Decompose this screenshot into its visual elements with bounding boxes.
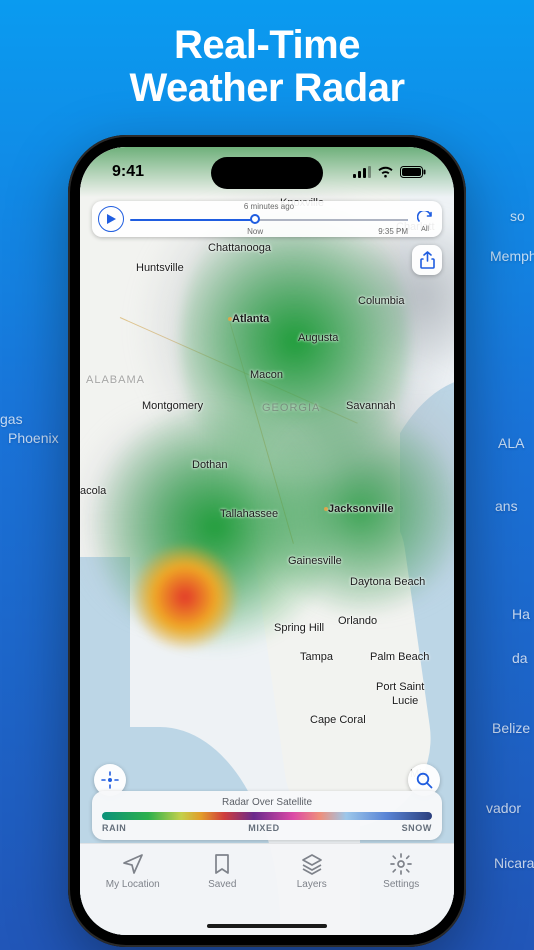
city-label: Lucie: [392, 695, 418, 707]
city-label: Jacksonville: [328, 503, 393, 515]
bg-label: vador: [486, 800, 521, 816]
bg-label: ans: [495, 498, 518, 514]
battery-icon: [400, 166, 426, 178]
share-icon: [420, 251, 435, 269]
tab-label: Saved: [208, 879, 236, 890]
search-icon: [416, 772, 433, 789]
timeline-thumb[interactable]: [250, 214, 260, 224]
promo-root: Phoenix gas Memphis ans Ha da Belize vad…: [0, 0, 534, 950]
refresh-button[interactable]: All: [414, 208, 436, 230]
city-label: Augusta: [298, 332, 338, 344]
location-arrow-icon: [121, 852, 145, 876]
timeline-track[interactable]: 6 minutes ago Now 9:35 PM: [130, 201, 408, 237]
legend-item: RAIN: [102, 823, 126, 833]
refresh-icon: [417, 211, 433, 227]
tab-settings[interactable]: Settings: [357, 852, 447, 911]
crosshair-icon: [101, 771, 119, 789]
city-label: Huntsville: [136, 262, 184, 274]
city-label: Atlanta: [232, 313, 269, 325]
bg-label: da: [512, 650, 528, 666]
play-button[interactable]: [98, 206, 124, 232]
city-label: Spring Hill: [274, 622, 324, 634]
legend-gradient: [102, 812, 432, 820]
share-button[interactable]: [412, 245, 442, 275]
legend-item: MIXED: [248, 823, 280, 833]
tab-layers[interactable]: Layers: [267, 852, 357, 911]
home-indicator: [207, 924, 327, 928]
city-label: Macon: [250, 369, 283, 381]
bookmark-icon: [210, 852, 234, 876]
status-icons: [353, 166, 426, 178]
city-label: Daytona Beach: [350, 576, 425, 588]
refresh-sub-label: All: [421, 226, 429, 233]
tab-bar: My Location Saved Layers Settings: [80, 843, 454, 935]
wifi-icon: [377, 166, 394, 178]
bg-label: Phoenix: [8, 430, 59, 446]
bg-label: Memphis: [490, 248, 534, 264]
city-label: acola: [80, 485, 106, 497]
timeline-bar[interactable]: 6 minutes ago Now 9:35 PM All: [92, 201, 442, 237]
tab-label: Settings: [383, 879, 419, 890]
city-label: Savannah: [346, 400, 396, 412]
legend-item: SNOW: [402, 823, 432, 833]
phone-screen: Knoxville Chattanooga Huntsville Atlanta…: [80, 147, 454, 935]
timeline-ago-label: 6 minutes ago: [244, 202, 294, 211]
city-label: Port Saint: [376, 681, 424, 693]
tab-mylocation[interactable]: My Location: [88, 852, 178, 911]
dynamic-island: [211, 157, 323, 189]
tab-saved[interactable]: Saved: [178, 852, 268, 911]
bg-label: so: [510, 208, 525, 224]
city-label: Gainesville: [288, 555, 342, 567]
tab-label: My Location: [106, 879, 160, 890]
city-label: Orlando: [338, 615, 377, 627]
city-label: Chattanooga: [208, 242, 271, 254]
city-label: Dothan: [192, 459, 227, 471]
city-label: Tallahassee: [220, 508, 278, 520]
timeline-end-label: 9:35 PM: [378, 227, 408, 236]
bg-label: ALA: [498, 435, 524, 451]
bg-label: Ha: [512, 606, 530, 622]
hero-line-2: Weather Radar: [129, 66, 404, 110]
bg-label: gas: [0, 411, 23, 427]
timeline-now-label: Now: [247, 227, 263, 236]
state-label: ALABAMA: [86, 374, 145, 386]
city-label: Montgomery: [142, 400, 203, 412]
play-icon: [106, 213, 117, 225]
hero-title: Real-Time Weather Radar: [0, 24, 534, 110]
city-label: Palm Beach: [370, 651, 429, 663]
layers-icon: [300, 852, 324, 876]
hero-line-1: Real-Time: [174, 23, 360, 67]
city-label: Cape Coral: [310, 714, 366, 726]
phone-frame: Knoxville Chattanooga Huntsville Atlanta…: [68, 135, 466, 947]
legend-title: Radar Over Satellite: [102, 797, 432, 808]
bg-label: Belize: [492, 720, 530, 736]
gear-icon: [389, 852, 413, 876]
status-time: 9:41: [112, 163, 144, 181]
signal-icon: [353, 166, 371, 178]
legend-card: Radar Over Satellite RAIN MIXED SNOW: [92, 791, 442, 840]
state-label: GEORGIA: [262, 402, 320, 414]
bg-label: Nicara: [494, 855, 534, 871]
tab-label: Layers: [297, 879, 327, 890]
city-label: Columbia: [358, 295, 404, 307]
city-label: Tampa: [300, 651, 333, 663]
